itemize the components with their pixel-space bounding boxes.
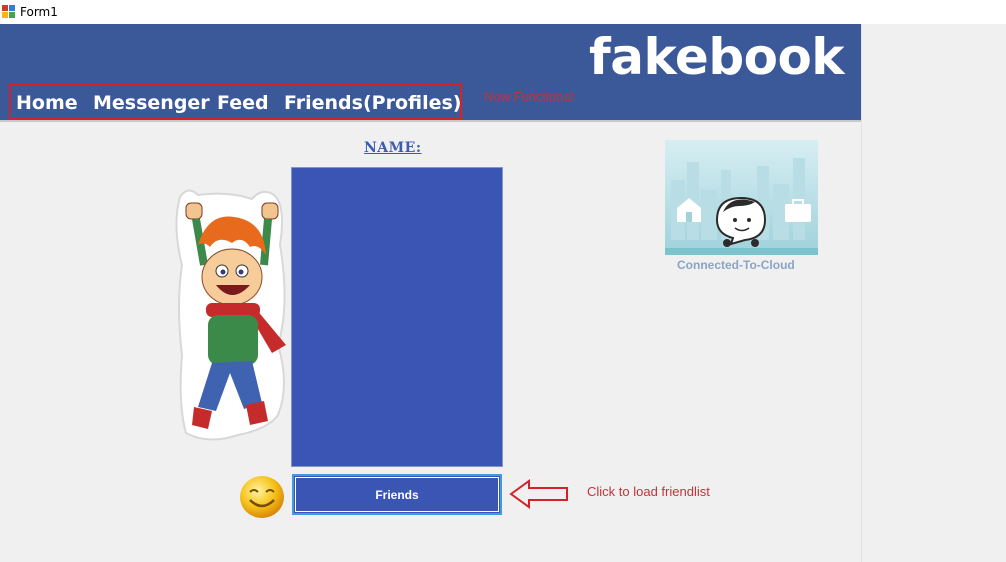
right-empty-panel bbox=[861, 24, 1006, 562]
nav-messenger-link[interactable]: Messenger bbox=[93, 92, 210, 114]
cartoon-boy-image bbox=[175, 189, 286, 441]
cloud-connection-image bbox=[665, 140, 818, 255]
app-icon bbox=[2, 5, 16, 19]
nav-annotation: Now Functional bbox=[484, 89, 574, 104]
name-label: NAME: bbox=[364, 140, 422, 156]
cloud-status-label: Connected-To-Cloud bbox=[677, 258, 795, 272]
nav-friends-profiles-link[interactable]: Friends(Profiles) bbox=[284, 92, 461, 114]
friend-list-box[interactable] bbox=[291, 167, 503, 467]
form-client-area: fakebook Home Messenger Feed Friends(Pro… bbox=[0, 24, 861, 562]
window-title-bar: Form1 bbox=[0, 0, 1006, 24]
left-arrow-icon bbox=[509, 479, 568, 509]
nav-home-link[interactable]: Home bbox=[16, 92, 78, 114]
nav-feed-link[interactable]: Feed bbox=[217, 92, 269, 114]
header-bar: fakebook Home Messenger Feed Friends(Pro… bbox=[0, 24, 861, 122]
window-title: Form1 bbox=[20, 5, 58, 19]
brand-logo-text: fakebook bbox=[589, 28, 845, 86]
friends-hint-annotation: Click to load friendlist bbox=[587, 484, 710, 499]
friends-button[interactable]: Friends bbox=[292, 474, 502, 515]
smiley-emoji-icon bbox=[240, 476, 284, 518]
